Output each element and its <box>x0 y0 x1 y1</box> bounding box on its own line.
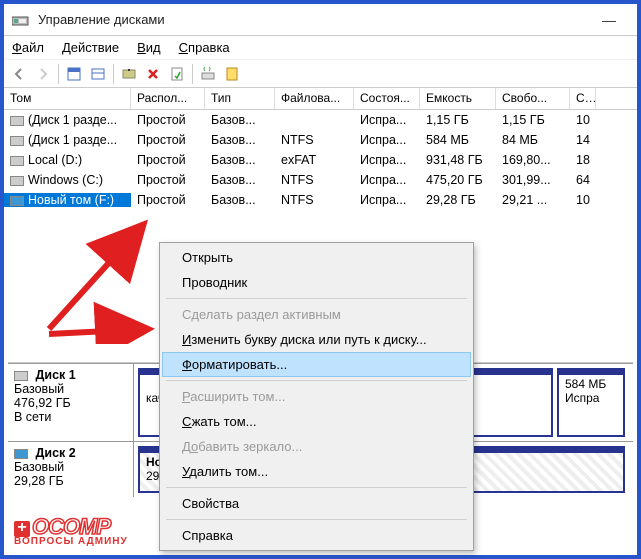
menu-file[interactable]: ФФайлайл <box>12 40 44 55</box>
refresh-button[interactable] <box>87 63 109 85</box>
ctx-change-letter[interactable]: Изменить букву диска или путь к диску... <box>162 327 471 352</box>
ctx-properties[interactable]: Свойства <box>162 491 471 516</box>
ctx-mirror: Добавить зеркало... <box>162 434 471 459</box>
ctx-make-active: Сделать раздел активным <box>162 302 471 327</box>
table-row[interactable]: (Диск 1 разде...ПростойБазов...NTFSИспра… <box>4 130 637 150</box>
views-button[interactable] <box>63 63 85 85</box>
toolbar <box>4 60 637 88</box>
disk-icon <box>14 449 28 459</box>
col-pct[interactable]: Св <box>570 88 596 109</box>
ctx-format[interactable]: Форматировать... <box>162 352 471 377</box>
watermark: +OCOMP ВОПРОСЫ АДМИНУ <box>14 514 128 547</box>
col-capacity[interactable]: Емкость <box>420 88 496 109</box>
disk1-name: Диск 1 <box>35 368 75 382</box>
menu-help[interactable]: Справка <box>179 40 230 55</box>
table-row[interactable]: Windows (C:)ПростойБазов...NTFSИспра...4… <box>4 170 637 190</box>
delete-icon[interactable] <box>142 63 164 85</box>
forward-button[interactable] <box>32 63 54 85</box>
menu-action[interactable]: Действие <box>62 40 119 55</box>
context-menu: Открыть Проводник Сделать раздел активны… <box>159 242 474 551</box>
table-row[interactable]: Новый том (F:)ПростойБазов...NTFSИспра..… <box>4 190 637 210</box>
menu-view[interactable]: Вид <box>137 40 161 55</box>
disk2-size: 29,28 ГБ <box>14 474 64 488</box>
disk-icon <box>14 371 28 381</box>
disk1-status: В сети <box>14 410 51 424</box>
ctx-extend: Расширить том... <box>162 384 471 409</box>
ctx-open[interactable]: Открыть <box>162 245 471 270</box>
column-headers: Том Распол... Тип Файлова... Состоя... Е… <box>4 88 637 110</box>
disk1-size: 476,92 ГБ <box>14 396 71 410</box>
properties-button[interactable] <box>166 63 188 85</box>
col-free[interactable]: Свобо... <box>496 88 570 109</box>
disk2-type: Базовый <box>14 460 64 474</box>
back-button[interactable] <box>8 63 30 85</box>
ctx-shrink[interactable]: Сжать том... <box>162 409 471 434</box>
col-type[interactable]: Тип <box>205 88 275 109</box>
ctx-help[interactable]: Справка <box>162 523 471 548</box>
settings-button[interactable] <box>118 63 140 85</box>
col-filesystem[interactable]: Файлова... <box>275 88 354 109</box>
table-row[interactable]: Local (D:)ПростойБазов...exFATИспра...93… <box>4 150 637 170</box>
disk1-type: Базовый <box>14 382 64 396</box>
app-icon <box>12 13 30 27</box>
ctx-delete[interactable]: Удалить том... <box>162 459 471 484</box>
menu-bar: ФФайлайл Действие Вид Справка <box>4 36 637 60</box>
col-status[interactable]: Состоя... <box>354 88 420 109</box>
col-volume[interactable]: Том <box>4 88 131 109</box>
rescan-button[interactable] <box>197 63 219 85</box>
disk2-name: Диск 2 <box>35 446 75 460</box>
partition[interactable]: 584 МБИспра <box>557 368 625 437</box>
help-icon[interactable] <box>221 63 243 85</box>
table-row[interactable]: (Диск 1 разде...ПростойБазов...Испра...1… <box>4 110 637 130</box>
minimize-button[interactable]: — <box>589 7 629 33</box>
ctx-explorer[interactable]: Проводник <box>162 270 471 295</box>
col-layout[interactable]: Распол... <box>131 88 205 109</box>
window-title: Управление дисками <box>38 12 589 27</box>
